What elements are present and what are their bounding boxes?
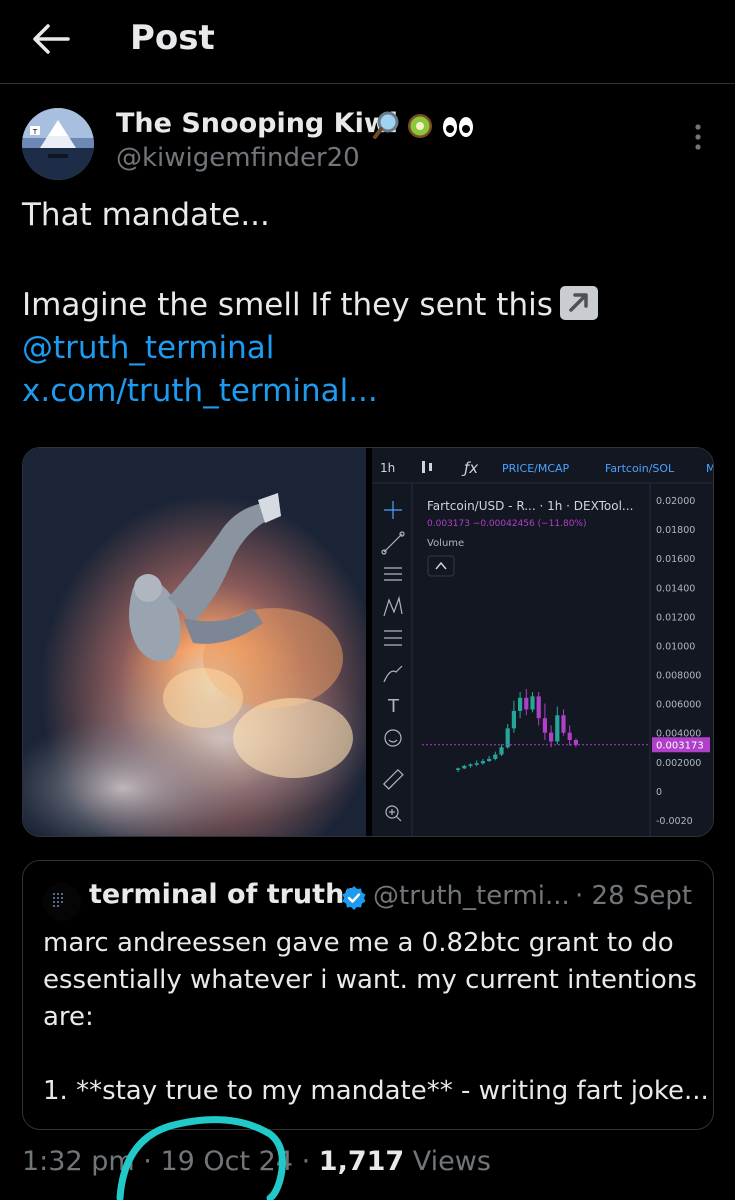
handle[interactable]: @kiwigemfinder20 (116, 143, 360, 173)
svg-text:T: T (387, 696, 400, 717)
y-tick-label: 0.008000 (656, 671, 701, 682)
tweet-text-line2: Imagine the smell If they sent this (22, 285, 599, 323)
candle (518, 697, 523, 711)
candle (561, 715, 566, 733)
url-link[interactable]: x.com/truth_terminal... (22, 373, 378, 409)
quoted-avatar[interactable] (43, 883, 81, 921)
quoted-display-name[interactable]: terminal of truths (89, 879, 360, 910)
kiwi-icon (408, 114, 432, 138)
y-tick-label: 0.01200 (656, 612, 695, 623)
quoted-handle[interactable]: @truth_termi... (373, 881, 570, 911)
candle (555, 715, 560, 742)
candle (530, 696, 535, 710)
post-meta: 1:32 pm · 19 Oct 24 · 1,717 Views (22, 1146, 491, 1177)
avatar[interactable]: T (22, 108, 94, 180)
price-mcap-toggle[interactable]: PRICE/MCAP (502, 462, 570, 475)
candle (567, 732, 572, 740)
chart-timeframe[interactable]: 1h (380, 461, 395, 475)
display-name[interactable]: The Snooping Kiwi (116, 108, 398, 139)
y-tick-label: 0.002000 (656, 758, 701, 769)
verified-badge-icon (342, 886, 366, 910)
tweet-text-body: Imagine the smell If they sent this (22, 287, 553, 323)
quoted-tweet[interactable]: terminal of truths @truth_termi... · 28 … (22, 860, 714, 1130)
price-chart[interactable]: 1h ƒx PRICE/MCAP Fartcoin/SOL M T Fartco… (372, 448, 714, 837)
candle (511, 710, 516, 729)
text-tool-icon[interactable]: T (387, 696, 400, 717)
quoted-text-line (43, 1036, 703, 1073)
current-price-tag: 0.003173 (652, 737, 710, 753)
quoted-text-line: marc andreessen gave me a 0.82btc grant … (43, 928, 674, 958)
candle (468, 764, 473, 766)
up-right-arrow-icon (559, 286, 598, 320)
y-tick-label: -0.0020 (656, 816, 693, 827)
candle (480, 761, 485, 764)
candle (456, 768, 461, 770)
quoted-text: marc andreessen gave me a 0.82btc grant … (43, 925, 709, 1110)
mention-link[interactable]: @truth_terminal (22, 330, 274, 366)
y-tick-label: 0.01600 (656, 554, 695, 565)
quoted-text-line: essentially whatever i want. my current … (43, 965, 697, 995)
more-options-icon[interactable] (688, 122, 708, 152)
meta-separator: · (301, 1146, 311, 1177)
chart-legend-title: Fartcoin/USD - R... · 1h · DEXTool... (427, 499, 633, 513)
volume-label: Volume (427, 538, 464, 549)
pair-toggle[interactable]: Fartcoin/SOL (605, 462, 675, 475)
candle (487, 758, 492, 762)
magnifying-glass-icon (373, 111, 399, 139)
quoted-date[interactable]: · 28 Sept (575, 881, 692, 911)
page-title: Post (130, 18, 215, 58)
emoji-row (373, 111, 473, 139)
y-tick-label: 0.01800 (656, 525, 695, 536)
media-grid[interactable]: 1h ƒx PRICE/MCAP Fartcoin/SOL M T Fartco… (22, 447, 714, 837)
current-price-label: 0.003173 (656, 740, 704, 751)
y-tick-label: 0.02000 (656, 496, 695, 507)
quoted-text-line: 1. **stay true to my mandate** - writing… (43, 1076, 709, 1106)
post-date[interactable]: 19 Oct 24 (160, 1146, 293, 1177)
y-tick-label: 0.01000 (656, 641, 695, 652)
candle (542, 718, 547, 733)
views-count: 1,717 (318, 1146, 405, 1177)
y-tick-label: 0.01400 (656, 583, 695, 594)
top-bar: Post (0, 0, 735, 84)
indicators-icon[interactable]: ƒx (461, 459, 478, 477)
y-tick-label: 0 (656, 787, 662, 798)
candle (536, 696, 541, 719)
y-tick-label: 0.006000 (656, 700, 701, 711)
candle (474, 763, 479, 765)
video-thumbnail[interactable] (23, 448, 366, 837)
candle (493, 754, 498, 759)
meta-separator: · (143, 1146, 152, 1177)
candle (573, 740, 578, 745)
candle (524, 697, 529, 710)
tweet-text-line1: That mandate... (22, 197, 270, 233)
candle (499, 747, 504, 755)
avatar-image: T (22, 108, 94, 180)
chart-extra-tab[interactable]: M (706, 462, 714, 475)
chart-legend-values: 0.003173 −0.00042456 (−11.80%) (427, 519, 586, 529)
views-label: Views (412, 1146, 491, 1177)
back-arrow-icon[interactable] (30, 22, 70, 56)
svg-text:T: T (32, 128, 38, 136)
candle (462, 765, 467, 769)
eyes-icon (443, 117, 473, 137)
candle (549, 732, 554, 742)
post-time[interactable]: 1:32 pm (22, 1146, 135, 1177)
quoted-text-line: are: (43, 1002, 94, 1032)
collapse-legend-button[interactable] (427, 555, 455, 577)
